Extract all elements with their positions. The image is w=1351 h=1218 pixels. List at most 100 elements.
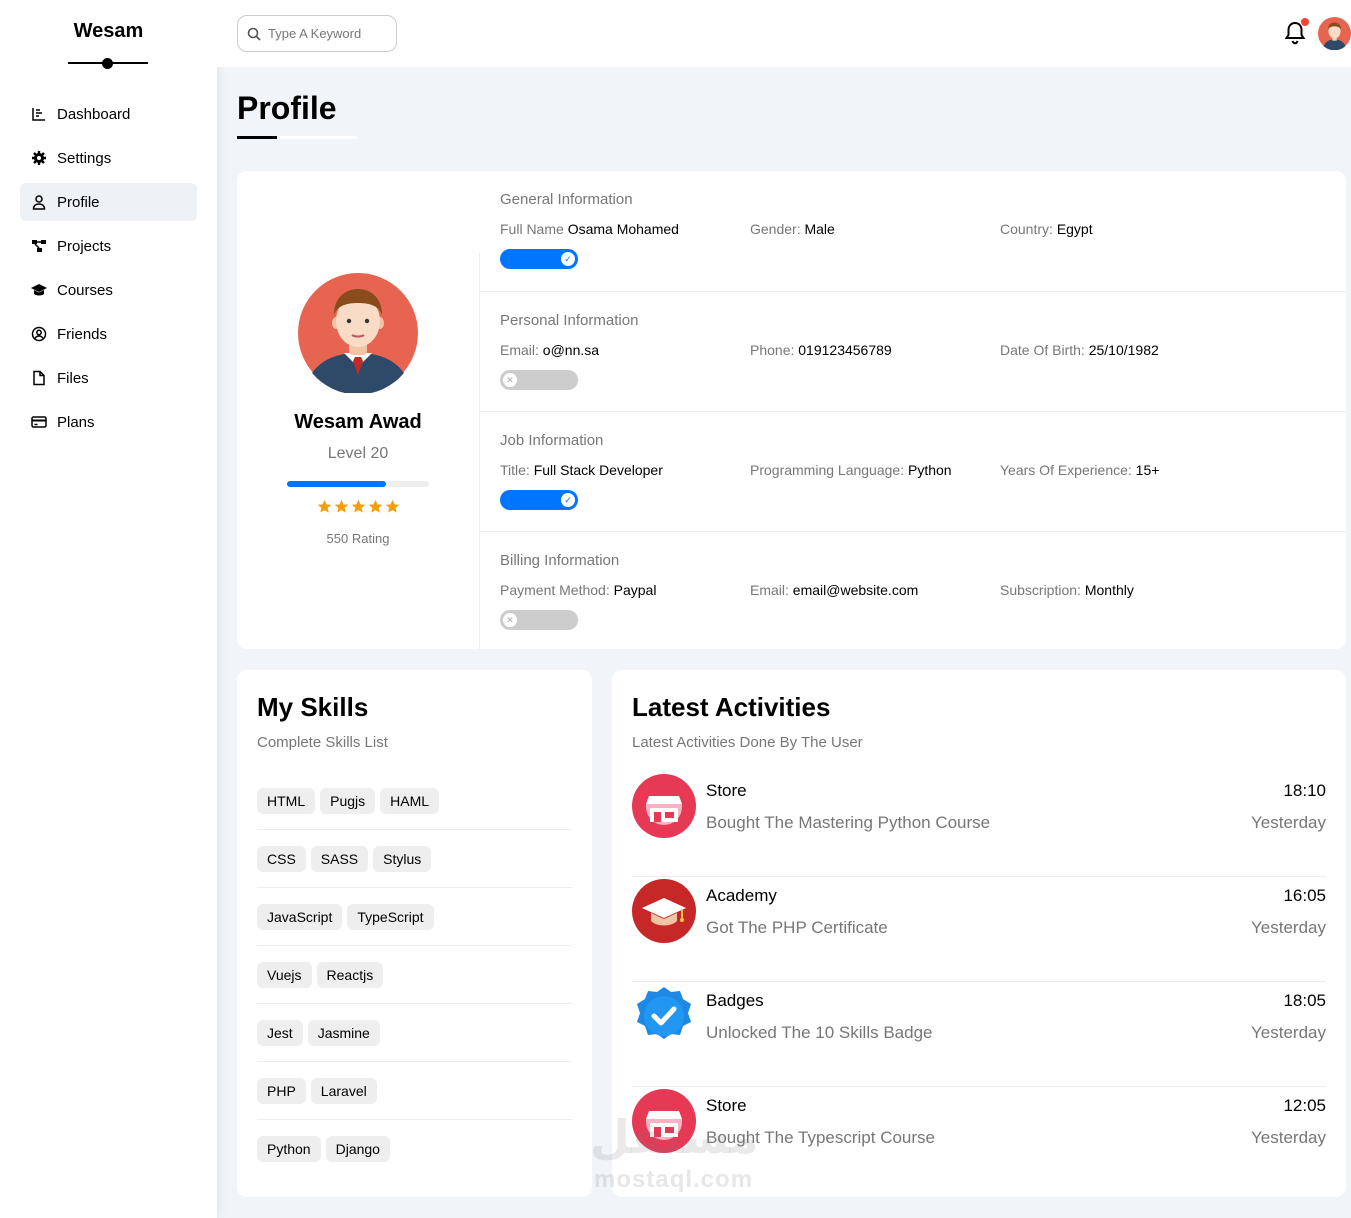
brand-logo: Wesam: [73, 20, 144, 42]
level-progress-fill: [287, 481, 387, 487]
info-item: Country: Egypt: [1000, 221, 1093, 237]
diagram-icon: [32, 240, 46, 252]
skill-tag[interactable]: Vuejs: [257, 961, 312, 988]
skill-tag[interactable]: TypeScript: [347, 903, 434, 930]
info-value: Paypal: [613, 582, 657, 598]
graduation-cap-icon: [632, 879, 696, 943]
sidebar-nav: Dashboard Settings Profile Projects Cour…: [20, 95, 197, 447]
check-icon: ✓: [561, 252, 575, 266]
sidebar-item-files[interactable]: Files: [20, 359, 197, 397]
activities-subtitle: Latest Activities Done By The User: [632, 734, 863, 751]
info-value: 019123456789: [798, 342, 892, 358]
info-value: Full Stack Developer: [533, 462, 663, 478]
skills-title: My Skills: [257, 692, 369, 722]
store-icon: [632, 774, 696, 838]
info-value: 25/10/1982: [1088, 342, 1159, 358]
brand-dot: [102, 58, 113, 69]
watermark-latin: mostaql.com: [594, 1166, 754, 1193]
sidebar-item-label: Profile: [57, 193, 100, 211]
info-section-title: Billing Information: [500, 552, 620, 569]
info-section-title: General Information: [500, 191, 633, 208]
skill-tag[interactable]: Jasmine: [307, 1019, 380, 1046]
skill-tag[interactable]: Pugjs: [320, 787, 376, 814]
activity-item[interactable]: Store Bought The Mastering Python Course 1…: [632, 772, 1326, 877]
info-item: Subscription: Monthly: [1000, 582, 1134, 598]
search-icon: [247, 27, 261, 41]
info-value: Egypt: [1056, 221, 1093, 237]
info-label: Full Name: [500, 221, 564, 237]
skill-tag[interactable]: Reactjs: [316, 961, 384, 988]
skill-tag[interactable]: CSS: [257, 845, 306, 872]
info-label: Phone:: [750, 342, 795, 358]
info-section: Billing Information Payment Method: Paypa…: [480, 531, 1346, 651]
sidebar-item-label: Dashboard: [57, 105, 131, 123]
profile-level: Level 20: [327, 445, 389, 462]
info-label: Programming Language:: [750, 462, 905, 478]
level-progress-bar: [287, 481, 429, 487]
skill-tag[interactable]: PHP: [257, 1077, 306, 1104]
star-icon: [368, 499, 382, 513]
sidebar-item-friends[interactable]: Friends: [20, 315, 197, 353]
activity-name: Academy: [706, 886, 777, 905]
skill-tag[interactable]: HTML: [257, 787, 316, 814]
section-toggle[interactable]: ✓: [500, 249, 578, 269]
info-label: Title:: [500, 462, 530, 478]
profile-avatar: [298, 273, 418, 393]
info-item: Date Of Birth: 25/10/1982: [1000, 342, 1159, 358]
skill-tag[interactable]: Stylus: [373, 845, 432, 872]
graduation-cap-icon: [31, 284, 47, 296]
activity-time: 18:05: [1283, 991, 1326, 1010]
activity-time: 16:05: [1283, 886, 1326, 905]
skill-row: Jest Jasmine: [257, 1004, 572, 1062]
info-label: Email:: [500, 342, 539, 358]
info-label: Country:: [1000, 221, 1053, 237]
info-section: Personal Information Email: o@nn.sa Phone:…: [480, 291, 1346, 411]
activity-name: Store: [706, 781, 747, 800]
section-toggle[interactable]: ✕: [500, 610, 578, 630]
sidebar-item-projects[interactable]: Projects: [20, 227, 197, 265]
sidebar-item-plans[interactable]: Plans: [20, 403, 197, 441]
activity-name: Badges: [706, 991, 764, 1010]
skill-tag[interactable]: SASS: [310, 845, 369, 872]
activity-time: 12:05: [1283, 1096, 1326, 1115]
skill-tag[interactable]: Jest: [257, 1019, 303, 1046]
skill-tag[interactable]: JavaScript: [257, 903, 343, 930]
rating-count: 550 Rating: [326, 531, 390, 546]
sidebar: Wesam Dashboard Settings Profile Project…: [0, 0, 217, 1218]
rating-stars: [237, 499, 479, 519]
sidebar-item-courses[interactable]: Courses: [20, 271, 197, 309]
activity-description: Unlocked The 10 Skills Badge: [706, 1023, 933, 1042]
skill-row: Python Django: [257, 1120, 572, 1178]
skills-card: My Skills Complete Skills List HTML Pugjs…: [237, 670, 592, 1197]
skill-tag[interactable]: Python: [257, 1136, 321, 1162]
activity-description: Got The PHP Certificate: [706, 918, 888, 937]
activity-time: 18:10: [1283, 781, 1326, 800]
info-value: 15+: [1135, 462, 1160, 478]
search-input[interactable]: [268, 26, 378, 41]
sidebar-item-dashboard[interactable]: Dashboard: [20, 95, 197, 133]
sidebar-item-settings[interactable]: Settings: [20, 139, 197, 177]
verified-badge-icon: [637, 987, 691, 1039]
sidebar-item-label: Projects: [57, 237, 112, 255]
user-avatar[interactable]: [1318, 17, 1351, 50]
section-toggle[interactable]: ✕: [500, 370, 578, 390]
search-box[interactable]: [237, 15, 397, 52]
skill-tag[interactable]: HAML: [380, 787, 440, 814]
info-section-title: Personal Information: [500, 312, 639, 329]
skill-tag[interactable]: Django: [325, 1136, 390, 1162]
activity-item[interactable]: Badges Unlocked The 10 Skills Badge 18:05 Y…: [632, 982, 1326, 1087]
check-icon: ✓: [561, 493, 575, 507]
info-value: o@nn.sa: [542, 342, 600, 358]
skill-tag[interactable]: Laravel: [310, 1077, 377, 1104]
sidebar-item-profile[interactable]: Profile: [20, 183, 197, 221]
close-icon: ✕: [503, 373, 517, 387]
info-label: Payment Method:: [500, 582, 610, 598]
info-value: Male: [804, 221, 835, 237]
section-toggle[interactable]: ✓: [500, 490, 578, 510]
info-item: Email: email@website.com: [750, 582, 918, 598]
star-icon: [385, 499, 399, 513]
activity-item[interactable]: Academy Got The PHP Certificate 16:05 Yeste…: [632, 877, 1326, 982]
info-value: Monthly: [1084, 582, 1134, 598]
credit-card-icon: [31, 416, 47, 428]
info-label: Years Of Experience:: [1000, 462, 1132, 478]
